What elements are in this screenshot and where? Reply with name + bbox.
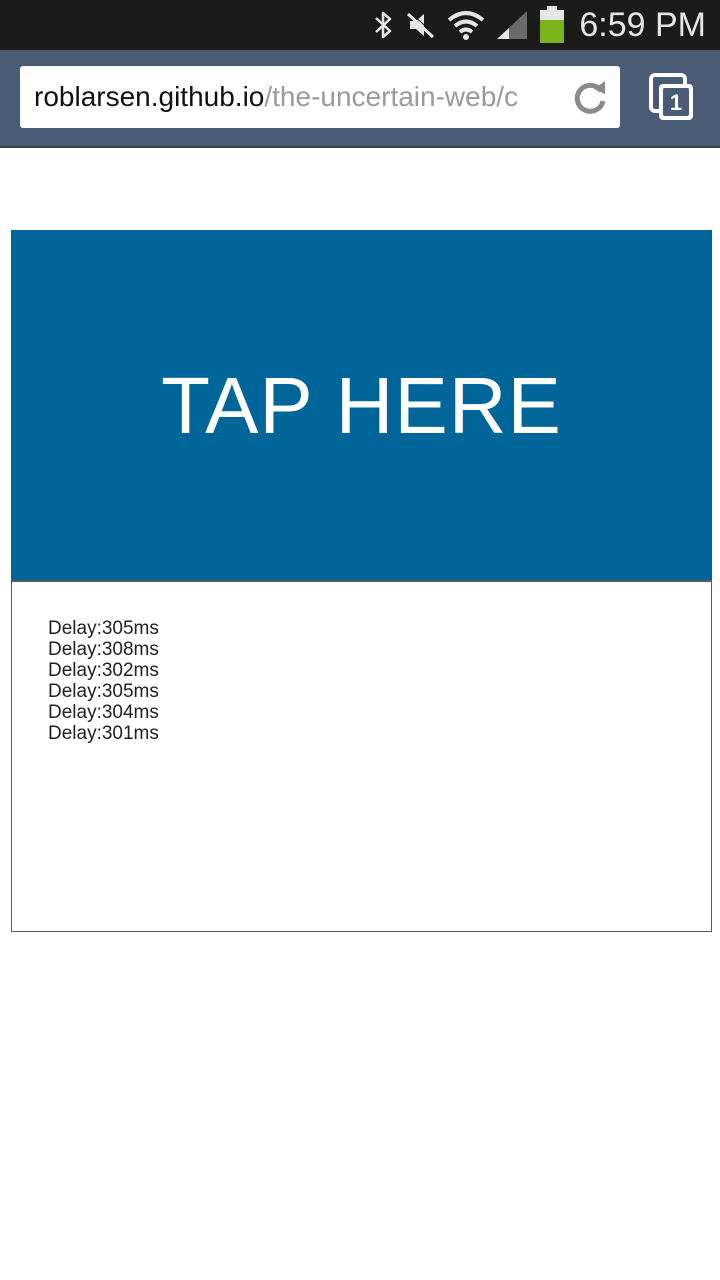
url-bar[interactable]: roblarsen.github.io/the-uncertain-web/c xyxy=(20,66,620,128)
browser-toolbar: roblarsen.github.io/the-uncertain-web/c … xyxy=(0,50,720,148)
tap-here-button[interactable]: TAP HERE xyxy=(11,230,712,581)
bluetooth-icon xyxy=(373,9,395,41)
log-item: Delay:302ms xyxy=(48,660,159,681)
log-item: Delay:308ms xyxy=(48,639,159,660)
signal-icon xyxy=(495,9,529,41)
log-item: Delay:305ms xyxy=(48,681,159,702)
status-bar: 6:59 PM xyxy=(0,0,720,50)
wifi-icon xyxy=(447,9,485,41)
delay-log-box: Delay:305ms Delay:308ms Delay:302ms Dela… xyxy=(11,580,712,932)
status-time: 6:59 PM xyxy=(579,5,706,44)
battery-icon xyxy=(539,6,565,44)
log-item: Delay:304ms xyxy=(48,702,159,723)
tabs-button[interactable]: 1 xyxy=(648,72,696,124)
url-host: roblarsen.github.io xyxy=(34,81,265,112)
url-text[interactable]: roblarsen.github.io/the-uncertain-web/c xyxy=(34,81,558,113)
tab-count: 1 xyxy=(670,90,682,115)
log-item: Delay:301ms xyxy=(48,723,159,744)
reload-icon[interactable] xyxy=(570,77,610,117)
url-path: /the-uncertain-web/c xyxy=(264,81,519,112)
tap-here-label: TAP HERE xyxy=(161,360,562,450)
status-icons: 6:59 PM xyxy=(373,0,706,50)
mute-icon xyxy=(405,9,437,41)
delay-log-list: Delay:305ms Delay:308ms Delay:302ms Dela… xyxy=(48,618,159,744)
log-item: Delay:305ms xyxy=(48,618,159,639)
tabs-icon: 1 xyxy=(649,73,693,120)
